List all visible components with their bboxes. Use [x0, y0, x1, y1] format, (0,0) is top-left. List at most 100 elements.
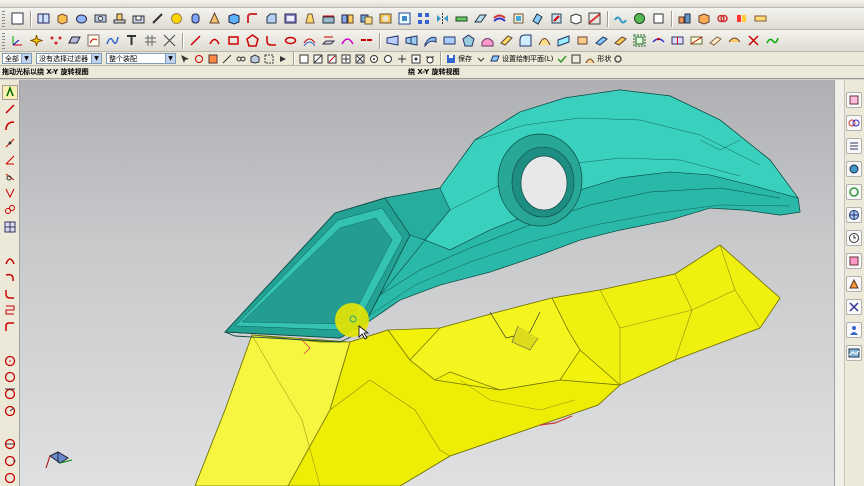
constraint-navigator-icon[interactable]	[846, 115, 863, 131]
chamfer-icon[interactable]	[263, 10, 280, 27]
selection-scope-combo[interactable]: 整个装配 ▼	[106, 53, 176, 64]
chevron-down-icon[interactable]	[475, 53, 487, 65]
bounded-plane-icon[interactable]	[574, 32, 591, 49]
chain-select-icon[interactable]	[235, 53, 247, 65]
offset-curve-icon[interactable]	[301, 32, 318, 49]
snap-existing-icon[interactable]	[396, 53, 408, 65]
ruled-icon[interactable]	[441, 32, 458, 49]
model-view[interactable]	[20, 80, 834, 486]
point-set-icon[interactable]	[47, 32, 64, 49]
polygon-icon[interactable]	[244, 32, 261, 49]
snap-arrow-icon[interactable]	[277, 53, 289, 65]
select-all-icon[interactable]	[179, 53, 191, 65]
spline-icon[interactable]	[104, 32, 121, 49]
ellipse-icon[interactable]	[282, 32, 299, 49]
thicken-icon[interactable]	[453, 10, 470, 27]
check-icon[interactable]	[556, 53, 568, 65]
shell-icon[interactable]	[282, 10, 299, 27]
toolbar-grip[interactable]	[2, 10, 5, 27]
refit-icon[interactable]	[764, 32, 781, 49]
circle-tangent-icon[interactable]	[2, 387, 18, 402]
replace-face-icon[interactable]	[529, 10, 546, 27]
boss-icon[interactable]	[111, 10, 128, 27]
face-blend-icon[interactable]	[517, 32, 534, 49]
arc-chain-icon[interactable]	[2, 303, 18, 318]
arc-tool-icon[interactable]	[2, 119, 18, 134]
circle-fill-icon[interactable]	[2, 470, 18, 485]
snip-icon[interactable]	[745, 32, 762, 49]
type-filter-combo[interactable]: 全部 ▼	[2, 53, 32, 64]
split-body-icon[interactable]	[339, 10, 356, 27]
selection-filter-combo[interactable]: 没有选择过滤器 ▼	[36, 53, 102, 64]
work-plane-icon[interactable]	[489, 53, 501, 65]
cylinder-icon[interactable]	[187, 10, 204, 27]
sketch-icon[interactable]	[85, 32, 102, 49]
datum-plane-icon[interactable]	[35, 10, 52, 27]
snap-mid-icon[interactable]	[312, 53, 324, 65]
patch-icon[interactable]	[510, 10, 527, 27]
pattern-icon[interactable]	[415, 10, 432, 27]
snap-point-on-face-icon[interactable]	[410, 53, 422, 65]
offset-face-icon[interactable]	[472, 10, 489, 27]
trimmed-sheet-icon[interactable]	[612, 32, 629, 49]
snap-intersection-icon[interactable]	[354, 53, 366, 65]
set-work-plane-label[interactable]: 设置绘制平面(L)	[502, 54, 553, 64]
swept-icon[interactable]	[422, 32, 439, 49]
save-icon[interactable]	[445, 53, 457, 65]
view-frame-icon[interactable]	[570, 53, 582, 65]
circle-diameter-icon[interactable]	[2, 437, 18, 452]
hd3d-tools-icon[interactable]	[846, 184, 863, 200]
snap-control-icon[interactable]	[340, 53, 352, 65]
circle-radius-icon[interactable]	[2, 403, 18, 418]
profile-icon[interactable]	[1, 85, 18, 100]
snap-center-icon[interactable]	[368, 53, 380, 65]
project-curve-icon[interactable]	[320, 32, 337, 49]
manufacturing-wizard-icon[interactable]	[846, 299, 863, 315]
ruler-icon[interactable]	[752, 10, 769, 27]
view-triad[interactable]	[45, 451, 73, 469]
block-icon[interactable]	[225, 10, 242, 27]
mirror-icon[interactable]	[434, 10, 451, 27]
process-studio-icon[interactable]	[846, 276, 863, 292]
trim-body-icon[interactable]	[320, 10, 337, 27]
snap-end-icon[interactable]	[298, 53, 310, 65]
text-icon[interactable]	[123, 32, 140, 49]
arc-fillet-icon[interactable]	[2, 320, 18, 335]
revolve-icon[interactable]	[73, 10, 90, 27]
grid-icon[interactable]	[142, 32, 159, 49]
vertical-scrollbar[interactable]	[835, 80, 845, 486]
arc-3pt-icon[interactable]	[2, 253, 18, 268]
circle-point-icon[interactable]	[2, 454, 18, 469]
extension-icon[interactable]	[498, 32, 515, 49]
section-surface-icon[interactable]	[536, 32, 553, 49]
system-materials-icon[interactable]	[846, 253, 863, 269]
law-extension-icon[interactable]	[555, 32, 572, 49]
feature-select-icon[interactable]	[207, 53, 219, 65]
reuse-library-icon[interactable]	[846, 161, 863, 177]
circle-3pt-icon[interactable]	[2, 370, 18, 385]
arc-center-icon[interactable]	[2, 269, 18, 284]
extrude-icon[interactable]	[54, 10, 71, 27]
through-curves-icon[interactable]	[384, 32, 401, 49]
subtract-icon[interactable]	[377, 10, 394, 27]
trim-sheet-icon[interactable]	[586, 10, 603, 27]
snap-on-curve-icon[interactable]	[326, 53, 338, 65]
layer-icon[interactable]	[650, 10, 667, 27]
point-icon[interactable]	[28, 32, 45, 49]
through-mesh-icon[interactable]	[403, 32, 420, 49]
pocket-icon[interactable]	[130, 10, 147, 27]
edge-blend-icon[interactable]	[244, 10, 261, 27]
divide-face-icon[interactable]	[688, 32, 705, 49]
arc-icon[interactable]	[206, 32, 223, 49]
body-select-icon[interactable]	[249, 53, 261, 65]
n-sided-icon[interactable]	[460, 32, 477, 49]
point-tool-icon[interactable]	[2, 135, 18, 150]
circle-center-icon[interactable]	[2, 353, 18, 368]
toolbar-grip[interactable]	[2, 32, 5, 49]
shape-label[interactable]: 形状	[597, 54, 611, 64]
rect-select-icon[interactable]	[263, 53, 275, 65]
cone-icon[interactable]	[206, 10, 223, 27]
sew-icon[interactable]	[491, 10, 508, 27]
studio-surface-icon[interactable]	[479, 32, 496, 49]
part-navigator-icon[interactable]	[846, 138, 863, 154]
